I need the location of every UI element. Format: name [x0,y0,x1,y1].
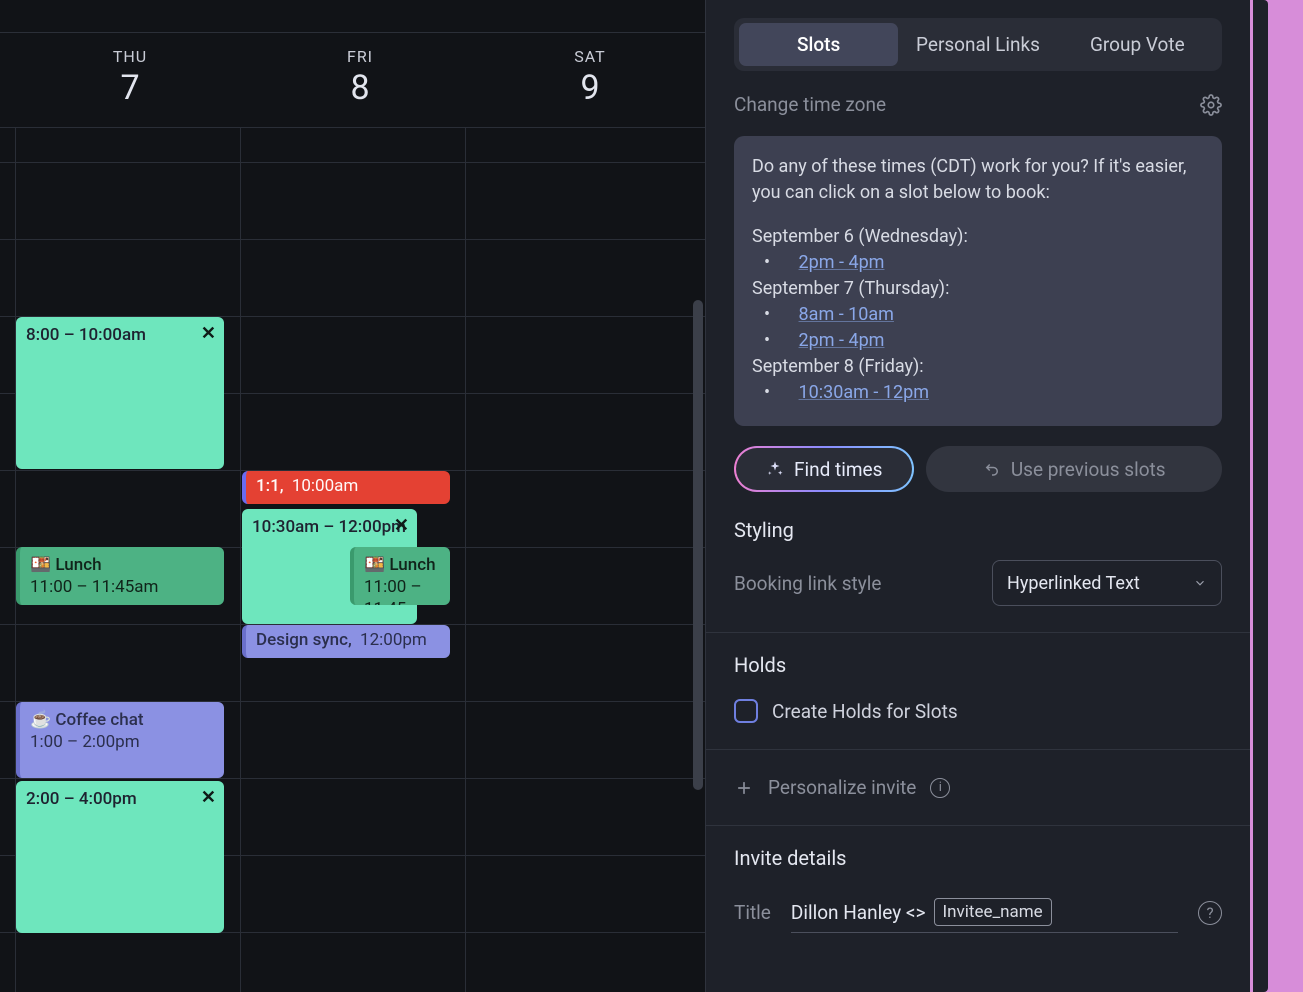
find-times-button[interactable]: Find times [734,446,914,492]
calendar-header: THU 7 FRI 8 SAT 9 [0,32,705,112]
event-title: 🍱 Lunch [30,554,214,576]
tab-personal-links[interactable]: Personal Links [898,23,1057,66]
window-edge-decoration [1250,0,1303,992]
help-icon[interactable]: ? [1198,901,1222,925]
use-previous-slots-button[interactable]: Use previous slots [926,446,1222,492]
mode-tabs: Slots Personal Links Group Vote [734,18,1222,71]
chevron-down-icon [1193,576,1207,590]
slot-link[interactable]: 10:30am - 12pm [799,382,929,403]
invite-title-field[interactable]: Dillon Hanley <> Invitee_name [791,892,1178,933]
event-title: 🍱 Lunch [364,554,440,576]
event-fri-design-sync[interactable]: Design sync, 12:00pm [242,625,450,658]
dow-label: SAT [475,47,705,66]
day-number: 9 [475,68,705,108]
select-value: Hyperlinked Text [1007,573,1140,594]
dow-label: FRI [245,47,475,66]
event-thu-coffee[interactable]: ☕ Coffee chat 1:00 – 2:00pm [16,702,224,778]
use-previous-label: Use previous slots [1011,458,1166,481]
message-day-3: September 8 (Friday): [752,354,1204,380]
event-time: 10:00am [292,476,359,496]
slot-link[interactable]: 8am - 10am [799,304,894,325]
message-day-2: September 7 (Thursday): [752,276,1204,302]
event-title: Design sync, [256,630,352,650]
event-title: 1:1, [256,476,284,496]
invite-details-header: Invite details [734,846,1222,870]
day-header-fri[interactable]: FRI 8 [245,33,475,112]
holds-header: Holds [734,653,1222,677]
sparkle-icon [766,460,784,478]
calendar-scrollbar[interactable] [693,300,703,790]
close-icon[interactable]: ✕ [394,515,409,537]
booking-link-style-label: Booking link style [734,572,881,595]
day-number: 7 [15,68,245,108]
event-time: 11:00 – 11:45am [30,576,214,598]
message-intro: Do any of these times (CDT) work for you… [752,154,1204,206]
info-icon[interactable]: i [930,778,950,798]
event-fri-1on1[interactable]: 1:1, 10:00am [242,471,450,504]
event-time: 12:00pm [360,630,427,650]
event-title: ☕ Coffee chat [30,709,214,731]
booking-link-style-select[interactable]: Hyperlinked Text [992,560,1222,606]
calendar-grid[interactable]: 8:00 – 10:00am ✕ 🍱 Lunch 11:00 – 11:45am… [0,127,705,992]
find-times-label: Find times [794,458,882,481]
day-header-thu[interactable]: THU 7 [15,33,245,112]
slot-thu-8am[interactable]: 8:00 – 10:00am ✕ [16,317,224,469]
slot-time: 10:30am – 12:00pm [252,517,406,537]
close-icon[interactable]: ✕ [201,787,216,809]
settings-gear-icon[interactable] [1200,94,1222,116]
event-fri-lunch[interactable]: 🍱 Lunch 11:00 – 11:45 [350,547,450,605]
tab-group-vote[interactable]: Group Vote [1058,23,1217,66]
undo-icon [983,460,1001,478]
title-variable-invitee-name[interactable]: Invitee_name [934,898,1052,926]
personalize-invite-button[interactable]: Personalize invite [768,776,916,799]
message-day-1: September 6 (Wednesday): [752,224,1204,250]
slots-message-preview[interactable]: Do any of these times (CDT) work for you… [734,136,1222,426]
title-label: Title [734,901,771,924]
close-icon[interactable]: ✕ [201,323,216,345]
scheduling-panel: Slots Personal Links Group Vote Change t… [705,0,1250,992]
slot-thu-2pm[interactable]: 2:00 – 4:00pm ✕ [16,781,224,933]
plus-icon[interactable] [734,778,754,798]
day-number: 8 [245,68,475,108]
day-header-sat[interactable]: SAT 9 [475,33,705,112]
styling-header: Styling [734,518,1222,542]
change-timezone-link[interactable]: Change time zone [734,93,886,116]
slot-time: 2:00 – 4:00pm [26,789,137,809]
dow-label: THU [15,47,245,66]
slot-time: 8:00 – 10:00am [26,325,146,345]
event-time: 11:00 – 11:45 [364,576,440,605]
slot-link[interactable]: 2pm - 4pm [799,330,885,351]
title-prefix: Dillon Hanley <> [791,901,926,924]
create-holds-label: Create Holds for Slots [772,700,958,723]
slot-link[interactable]: 2pm - 4pm [799,252,885,273]
event-thu-lunch[interactable]: 🍱 Lunch 11:00 – 11:45am [16,547,224,605]
tab-slots[interactable]: Slots [739,23,898,66]
event-time: 1:00 – 2:00pm [30,731,214,753]
create-holds-checkbox[interactable] [734,699,758,723]
calendar-view: THU 7 FRI 8 SAT 9 8:00 – 10:00am [0,0,705,992]
